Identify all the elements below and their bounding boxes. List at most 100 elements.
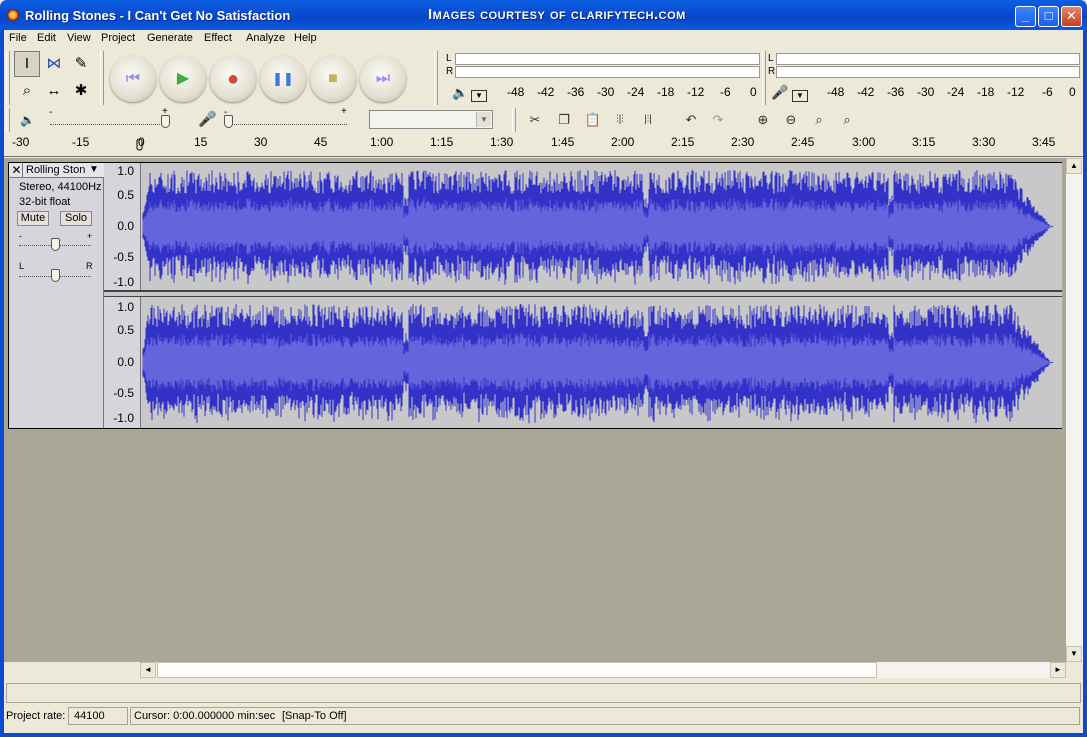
meter-tick: 0: [750, 85, 757, 99]
zoom-in-icon[interactable]: ⊕: [752, 109, 774, 131]
left-channel-scale: 1.0 0.5 0.0 -0.5 -1.0: [104, 163, 141, 290]
zoom-tool-icon[interactable]: ⌕: [14, 78, 40, 104]
chevron-down-icon[interactable]: ▼: [476, 112, 491, 127]
ruler-tick: -30: [12, 135, 30, 149]
scale-label: -0.5: [113, 386, 134, 400]
snap-status: [Snap-To Off]: [282, 710, 347, 722]
window-frame-bottom: [0, 733, 1087, 737]
close-button[interactable]: ✕: [1061, 6, 1082, 27]
pause-button[interactable]: ❚❚: [260, 56, 306, 102]
copy-icon[interactable]: ❐: [553, 109, 575, 131]
scroll-up-icon[interactable]: ▲: [1066, 158, 1082, 174]
project-rate-label: Project rate:: [6, 710, 66, 722]
zoom-out-icon[interactable]: ⊖: [780, 109, 802, 131]
track-bitdepth: 32-bit float: [19, 196, 71, 208]
input-volume-slider[interactable]: [225, 124, 347, 125]
meter-tick: -12: [687, 85, 705, 99]
silence-icon[interactable]: |⫶|: [637, 109, 659, 131]
record-button[interactable]: ●: [210, 56, 256, 102]
ruler-tick: 15: [194, 135, 208, 149]
output-volume-slider[interactable]: [50, 124, 168, 125]
ruler-tick: -15: [72, 135, 90, 149]
ruler-tick: 3:30: [972, 135, 996, 149]
toolbar-grip[interactable]: [6, 108, 10, 132]
meter-tick: -36: [567, 85, 585, 99]
selection-tool-icon[interactable]: I: [14, 51, 40, 77]
ruler-tick: 2:30: [731, 135, 755, 149]
meter-tick: -24: [947, 85, 965, 99]
trim-icon[interactable]: ⫶|⫶: [609, 109, 631, 131]
menu-view[interactable]: View: [67, 32, 91, 44]
menu-help[interactable]: Help: [294, 32, 317, 44]
menu-file[interactable]: File: [9, 32, 27, 44]
input-volume-microphone-icon: 🎤: [198, 111, 217, 128]
ruler-tick: 1:00: [370, 135, 394, 149]
menu-analyze[interactable]: Analyze: [246, 32, 285, 44]
scroll-left-icon[interactable]: ◄: [140, 662, 156, 678]
meter-tick: -42: [537, 85, 555, 99]
gain-thumb[interactable]: [51, 238, 60, 251]
minimize-button[interactable]: _: [1015, 6, 1036, 27]
toolbar-grip[interactable]: [434, 51, 438, 105]
maximize-button[interactable]: □: [1038, 6, 1059, 27]
chevron-down-icon[interactable]: ▼: [89, 164, 99, 175]
track-close-icon[interactable]: ✕: [11, 163, 23, 177]
meter-tick: 0: [1069, 85, 1076, 99]
redo-icon[interactable]: ↷: [707, 109, 729, 131]
toolbar-grip[interactable]: [762, 51, 766, 105]
record-meter-dropdown-icon[interactable]: ▼: [792, 90, 808, 102]
output-volume-thumb[interactable]: [161, 115, 170, 128]
timeshift-tool-icon[interactable]: ↔: [41, 78, 67, 104]
vertical-scrollbar[interactable]: ▲ ▼: [1066, 158, 1083, 662]
draw-tool-icon[interactable]: ✎: [68, 51, 94, 77]
left-channel-waveform[interactable]: [141, 163, 1062, 290]
horizontal-scroll-thumb[interactable]: [157, 662, 877, 678]
menu-generate[interactable]: Generate: [147, 32, 193, 44]
toolbar-grip[interactable]: [512, 108, 516, 132]
toolbar-grip[interactable]: [100, 51, 104, 105]
meter-tick: -18: [977, 85, 995, 99]
pan-thumb[interactable]: [51, 269, 60, 282]
right-channel-waveform[interactable]: [141, 297, 1062, 428]
fit-project-icon[interactable]: ⌕: [836, 109, 858, 131]
menu-effect[interactable]: Effect: [204, 32, 232, 44]
meter-tick: -18: [657, 85, 675, 99]
undo-icon[interactable]: ↶: [680, 109, 702, 131]
playback-meter-dropdown-icon[interactable]: ▼: [471, 90, 487, 102]
record-meter-left: [776, 53, 1080, 65]
playback-meter-right: [455, 66, 760, 78]
solo-button[interactable]: Solo: [60, 211, 92, 226]
scroll-down-icon[interactable]: ▼: [1066, 646, 1082, 662]
menu-bar: File Edit View Project Generate Effect A…: [4, 30, 1083, 48]
meter-tick: -6: [1042, 85, 1053, 99]
play-button[interactable]: ▶: [160, 56, 206, 102]
skip-to-start-button[interactable]: ⏮: [110, 56, 156, 102]
toolbar-grip[interactable]: [6, 51, 10, 105]
audacity-app-icon[interactable]: [7, 9, 19, 21]
stop-button[interactable]: ■: [310, 56, 356, 102]
skip-to-end-button[interactable]: ⏭: [360, 56, 406, 102]
timeline-ruler[interactable]: -30 -15 0 15 30 45 1:00 1:15 1:30 1:45 2…: [4, 134, 1083, 157]
ruler-tick: 3:00: [852, 135, 876, 149]
input-volume-thumb[interactable]: [224, 115, 233, 128]
input-device-select[interactable]: ▼: [369, 110, 493, 129]
window-frame-right: [1083, 30, 1087, 737]
fit-selection-icon[interactable]: ⌕: [808, 109, 830, 131]
menu-project[interactable]: Project: [101, 32, 135, 44]
paste-icon[interactable]: 📋: [582, 109, 604, 131]
meter-tick: -24: [627, 85, 645, 99]
output-volume-speaker-icon: 🔈: [20, 113, 35, 127]
menu-edit[interactable]: Edit: [37, 32, 56, 44]
track-name-menu[interactable]: Rolling Ston: [26, 164, 85, 176]
scale-label: -1.0: [113, 411, 134, 425]
multi-tool-icon[interactable]: ✱: [68, 78, 94, 104]
tools-toolbar: I ⋈ ✎ ⌕ ↔ ✱: [14, 51, 96, 105]
scroll-right-icon[interactable]: ►: [1050, 662, 1066, 678]
mute-button[interactable]: Mute: [17, 211, 49, 226]
cut-icon[interactable]: ✂: [524, 109, 546, 131]
project-rate-value[interactable]: 44100: [74, 710, 105, 722]
envelope-tool-icon[interactable]: ⋈: [41, 51, 67, 77]
status-message-area: [6, 683, 1081, 703]
microphone-icon: 🎤: [771, 84, 789, 100]
horizontal-scrollbar[interactable]: ◄ ►: [140, 662, 1066, 678]
